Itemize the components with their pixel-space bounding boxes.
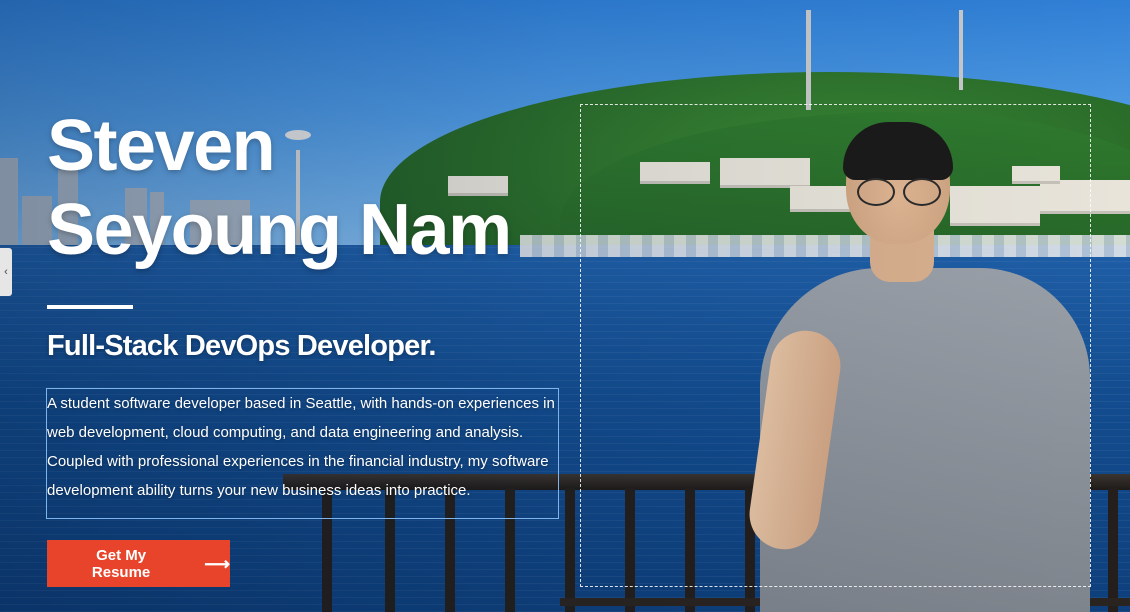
get-resume-button[interactable]: Get My Resume ⟶ xyxy=(47,540,230,587)
get-resume-label: Get My Resume xyxy=(91,546,151,581)
side-panel-toggle[interactable]: ‹ xyxy=(0,248,12,296)
hero-bio: A student software developer based in Se… xyxy=(47,395,555,499)
hero-name: Steven Seyoung Nam xyxy=(47,104,607,272)
hero-role: Full-Stack DevOps Developer. xyxy=(47,330,436,362)
chevron-left-icon: ‹ xyxy=(4,265,8,278)
hero-name-line1: Steven xyxy=(47,106,276,186)
hero-name-line2: Seyoung Nam xyxy=(47,190,512,270)
portrait-photo-frame xyxy=(580,104,1091,587)
arrow-right-icon: ⟶ xyxy=(204,553,230,574)
title-divider xyxy=(47,305,133,309)
